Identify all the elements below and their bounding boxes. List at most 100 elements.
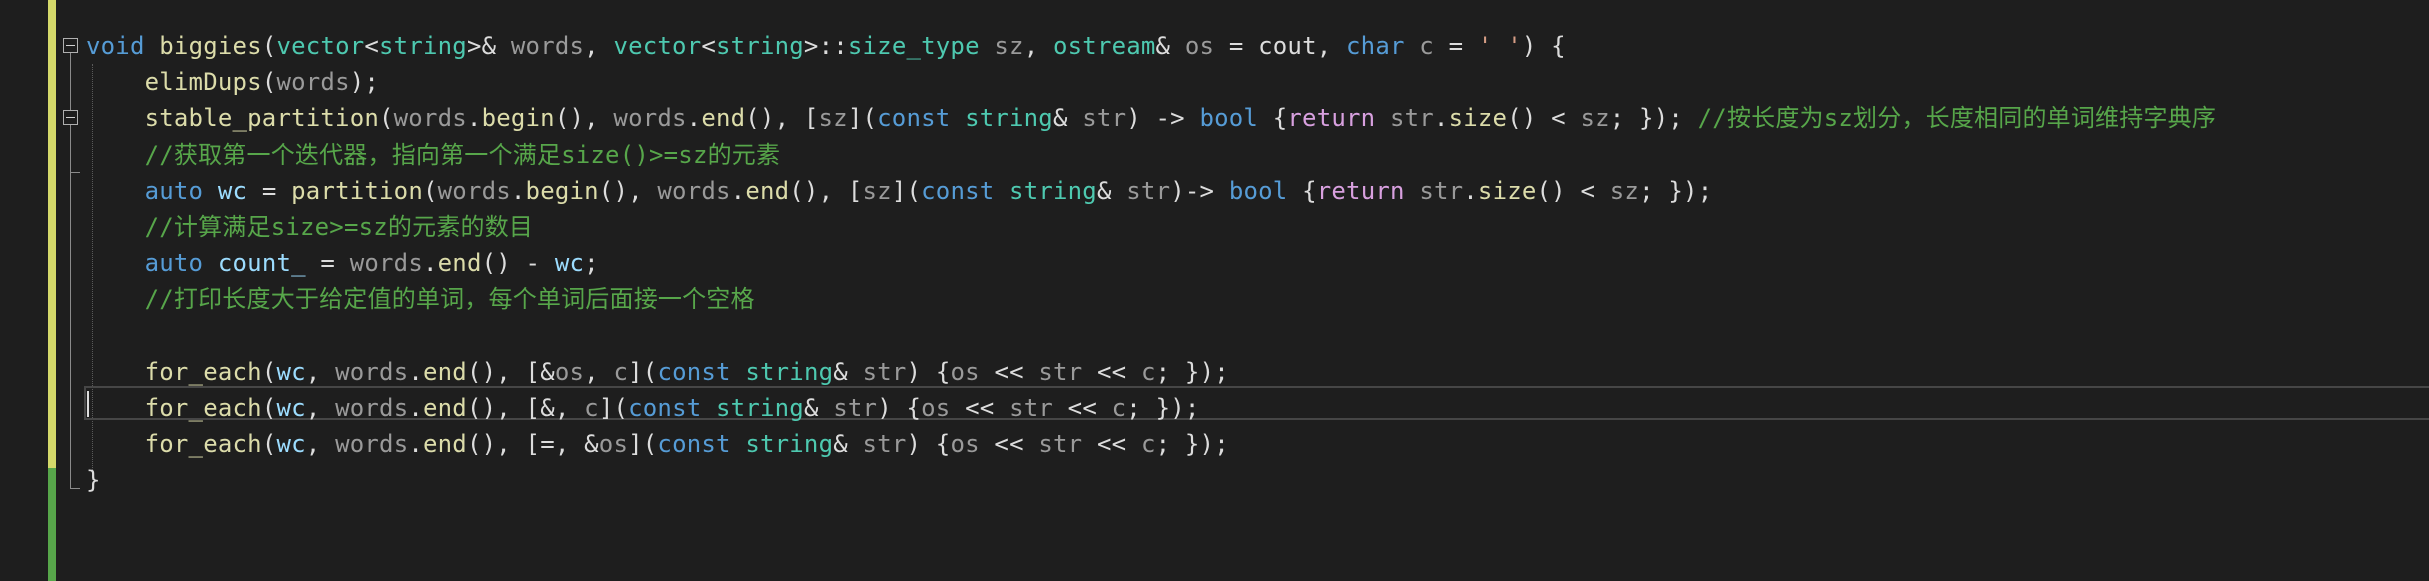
code-line[interactable]: elimDups(words); <box>86 64 379 100</box>
code-token-type-name: string <box>716 32 804 60</box>
code-line[interactable]: auto count_ = words.end() - wc; <box>86 245 599 281</box>
code-token-punctuation: , <box>1023 32 1053 60</box>
code-token-punctuation: (), [ <box>745 104 819 133</box>
code-token-punctuation: . <box>422 249 438 278</box>
code-token-punctuation: < <box>701 32 717 60</box>
code-token-punctuation: ; }); <box>1609 104 1698 133</box>
code-token-punctuation: (), <box>554 104 614 133</box>
code-token-punctuation: ]( <box>891 176 922 205</box>
code-token-punctuation: . <box>408 430 423 459</box>
code-token-punctuation: ( <box>261 394 277 422</box>
code-token-punctuation: ) { <box>906 430 951 459</box>
code-token-punctuation: >& <box>466 32 511 60</box>
code-token-punctuation: << <box>1082 430 1141 459</box>
code-token-punctuation <box>86 104 145 132</box>
code-token-parameter: words <box>437 176 511 205</box>
code-editor[interactable]: void biggies(vector<string>& words, vect… <box>0 0 2429 581</box>
code-token-keyword: const <box>921 176 995 205</box>
code-token-type-name: string <box>379 32 467 60</box>
code-token-parameter: c <box>613 357 629 386</box>
code-token-function-name: size <box>1448 104 1508 133</box>
collapse-lambda-icon[interactable] <box>63 110 78 125</box>
code-token-parameter: str <box>1419 176 1464 205</box>
collapse-function-icon[interactable] <box>63 38 78 53</box>
code-token-parameter: os <box>554 357 585 386</box>
code-token-comment: //打印长度大于给定值的单词，每个单词后面接一个空格 <box>144 285 755 314</box>
code-token-punctuation <box>145 32 160 60</box>
code-token-control-keyword: return <box>1316 176 1405 205</box>
code-token-punctuation: (), [& <box>466 357 555 386</box>
code-token-punctuation: (), <box>598 176 658 205</box>
code-token-keyword: const <box>657 430 731 459</box>
code-token-punctuation <box>86 430 145 458</box>
code-token-punctuation: ) { <box>1521 32 1566 60</box>
code-token-keyword: void <box>86 32 145 60</box>
code-token-function-name: begin <box>481 104 555 133</box>
code-token-punctuation: = <box>247 176 292 205</box>
code-token-type-name: size_type <box>847 32 980 60</box>
code-line[interactable]: stable_partition(words.begin(), words.en… <box>86 100 2216 136</box>
code-token-punctuation: . <box>1463 176 1478 205</box>
code-token-parameter: os <box>1184 32 1215 60</box>
code-token-punctuation: ; }); <box>1126 394 1200 422</box>
code-token-punctuation: (), [=, & <box>466 430 599 459</box>
code-token-keyword: auto <box>144 249 204 278</box>
code-token-type-name: vector <box>613 32 702 60</box>
code-token-function-name: end <box>423 430 467 459</box>
code-token-function-name: end <box>437 249 482 278</box>
code-token-punctuation <box>86 177 145 205</box>
code-token-punctuation: & <box>1155 32 1185 60</box>
code-line[interactable]: //计算满足size>=sz的元素的数目 <box>86 209 533 245</box>
code-line[interactable]: auto wc = partition(words.begin(), words… <box>86 173 1713 209</box>
code-token-parameter: words <box>393 104 467 133</box>
code-token-punctuation: , <box>305 357 336 386</box>
code-token-punctuation: () - <box>481 249 555 278</box>
outline-end-lambda <box>70 172 80 173</box>
code-token-punctuation: . <box>408 394 423 422</box>
code-token-punctuation: = cout, <box>1214 32 1347 60</box>
code-token-parameter: str <box>1082 104 1127 133</box>
code-line[interactable]: //获取第一个迭代器，指向第一个满足size()>=sz的元素 <box>86 137 780 173</box>
code-token-parameter: str <box>1009 394 1054 422</box>
code-token-punctuation: = <box>1433 32 1478 60</box>
code-token-punctuation: < <box>364 32 380 60</box>
code-token-function-name: partition <box>291 176 423 205</box>
code-token-function-name: end <box>745 176 790 205</box>
code-line[interactable]: for_each(wc, words.end(), [=, &os](const… <box>86 426 1229 462</box>
code-token-punctuation: ); <box>349 68 380 97</box>
code-token-punctuation <box>86 141 145 169</box>
code-token-parameter: words <box>276 68 350 97</box>
code-token-local-variable: wc <box>276 357 306 386</box>
code-token-keyword: const <box>877 104 951 133</box>
code-token-function-name: for_each <box>144 357 262 386</box>
code-token-parameter: str <box>862 357 907 386</box>
code-token-type-name: string <box>1009 176 1097 205</box>
code-token-punctuation <box>1405 32 1420 60</box>
code-token-punctuation <box>1405 177 1420 205</box>
code-token-punctuation: << <box>1082 357 1141 386</box>
code-line[interactable]: for_each(wc, words.end(), [&, c](const s… <box>86 390 1200 426</box>
code-line[interactable]: for_each(wc, words.end(), [&os, c](const… <box>86 354 1229 390</box>
code-token-parameter: sz <box>862 176 892 205</box>
code-token-punctuation <box>86 249 145 277</box>
code-line[interactable]: //打印长度大于给定值的单词，每个单词后面接一个空格 <box>86 281 755 317</box>
code-token-punctuation <box>980 32 995 60</box>
code-token-punctuation: & <box>833 430 863 459</box>
code-token-punctuation <box>86 358 145 386</box>
code-token-punctuation: ( <box>261 32 277 60</box>
code-token-punctuation: , <box>305 430 336 459</box>
code-line[interactable]: void biggies(vector<string>& words, vect… <box>86 28 1566 64</box>
code-token-parameter: str <box>1126 176 1171 205</box>
code-token-punctuation <box>86 68 145 96</box>
code-token-punctuation <box>731 430 746 458</box>
code-token-type-name: string <box>716 394 804 422</box>
code-token-punctuation: . <box>730 176 746 205</box>
code-token-type-name: string <box>745 357 834 386</box>
code-token-function-name: stable_partition <box>144 104 379 133</box>
code-token-type-name: string <box>745 430 834 459</box>
code-line[interactable]: } <box>86 462 101 498</box>
code-token-comment: //计算满足size>=sz的元素的数目 <box>144 213 534 241</box>
code-token-punctuation: ( <box>379 104 394 133</box>
code-token-local-variable: count_ <box>217 249 306 278</box>
code-token-punctuation: , <box>584 357 614 386</box>
